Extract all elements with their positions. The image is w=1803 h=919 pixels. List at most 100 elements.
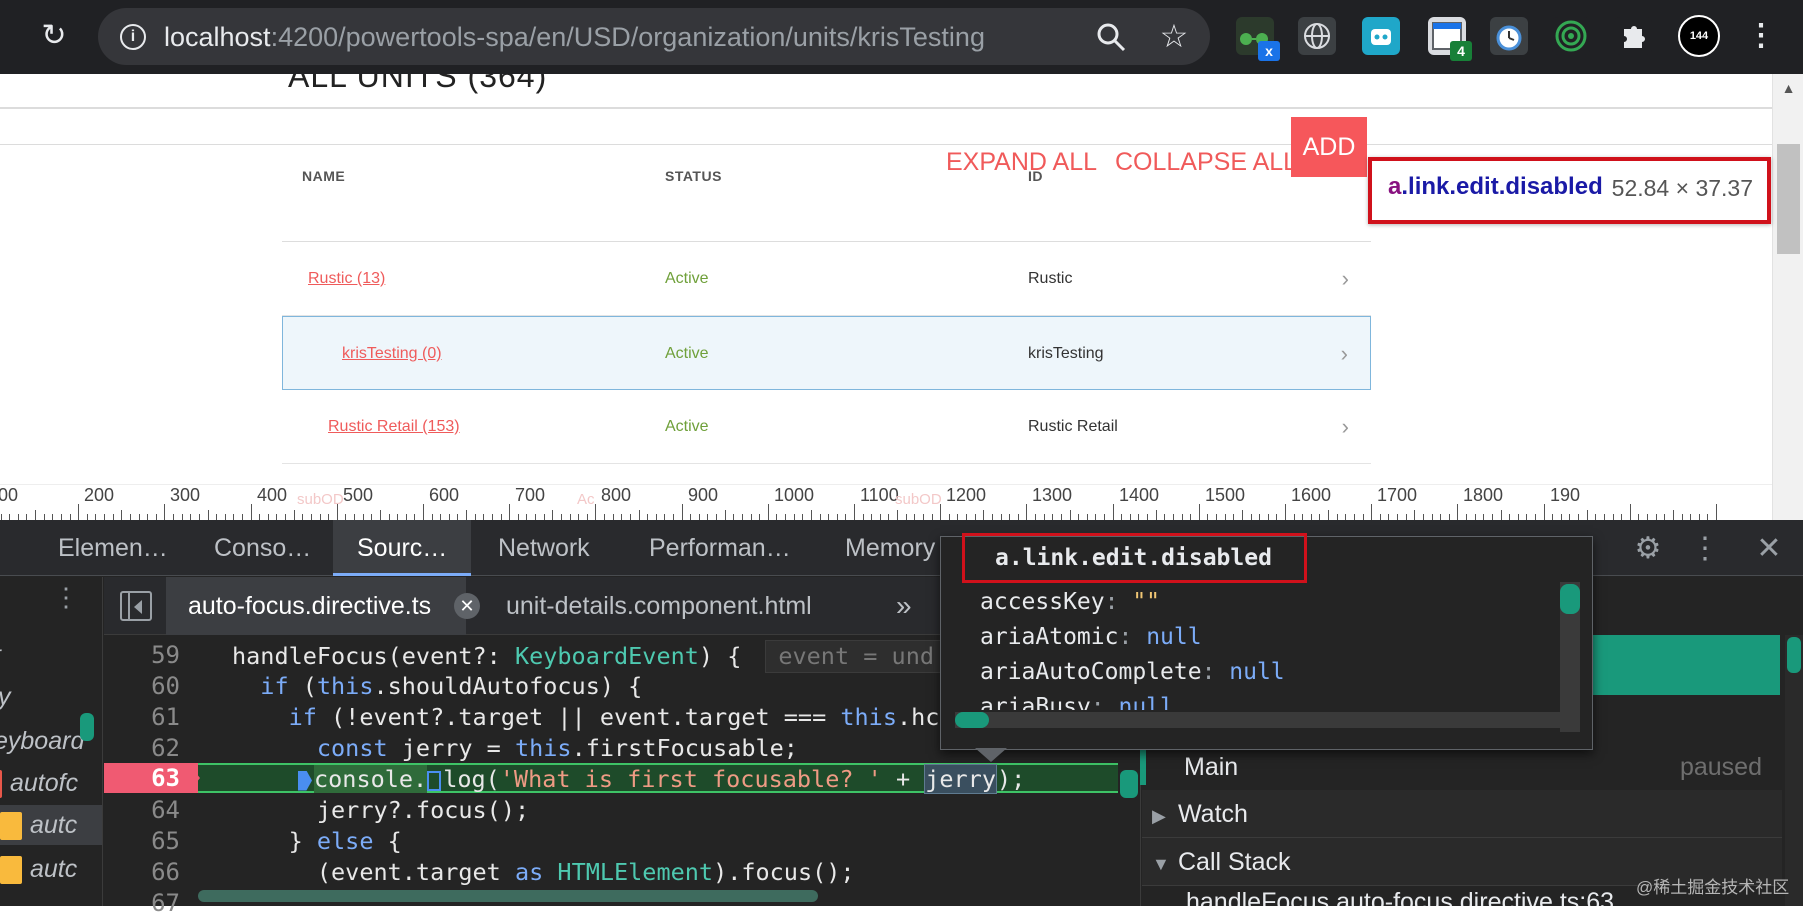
settings-gear-icon[interactable]: ⚙ xyxy=(1628,527,1668,571)
url-text[interactable]: localhost:4200/powertools-spa/en/USD/org… xyxy=(164,18,985,56)
reload-icon[interactable]: ↻ xyxy=(36,18,72,54)
editor-tab-unit-details[interactable]: unit-details.component.html xyxy=(506,577,812,635)
expand-all-button[interactable]: EXPAND ALL xyxy=(946,132,1097,192)
ruler-tick xyxy=(1199,504,1200,520)
extension-robot-icon[interactable] xyxy=(1362,17,1400,55)
unit-status: Active xyxy=(665,418,709,435)
column-header-status[interactable]: STATUS xyxy=(665,168,722,184)
navigator-menu-icon[interactable]: ⋮ xyxy=(52,577,80,619)
scrollbar-thumb[interactable] xyxy=(1787,637,1801,673)
devtools-menu-icon[interactable]: ⋮ xyxy=(1690,527,1720,571)
line-number[interactable]: 64 xyxy=(151,795,180,826)
thread-main[interactable]: Main paused xyxy=(1142,743,1782,791)
line-number[interactable]: 59 xyxy=(151,640,180,671)
extension-globe-icon[interactable] xyxy=(1298,17,1336,55)
watch-section[interactable]: ▶ Watch xyxy=(1142,790,1782,838)
line-number[interactable]: 65 xyxy=(151,826,180,857)
navigator-item[interactable]: t xyxy=(0,635,1,675)
line-number[interactable]: 66 xyxy=(151,857,180,888)
sidebar-scrollbar[interactable] xyxy=(1785,635,1803,906)
editor-tab-label: auto-focus.directive.ts xyxy=(188,592,432,620)
popover-title[interactable]: a.link.edit.disabled xyxy=(962,533,1307,583)
tab-performance[interactable]: Performan… xyxy=(649,520,791,576)
ruler-label: 400 xyxy=(257,485,288,505)
tooltip-size: 52.84 × 37.37 xyxy=(1611,175,1753,201)
editor-vertical-scroll-thumb[interactable] xyxy=(1120,770,1138,798)
extension-glasses-icon[interactable]: x xyxy=(1236,17,1280,61)
ruler-label: 500 xyxy=(343,485,374,505)
navigator-scroll-thumb[interactable] xyxy=(80,713,94,741)
popover-vertical-scrollbar[interactable] xyxy=(1560,582,1580,732)
scrollbar-thumb[interactable] xyxy=(955,712,989,728)
close-devtools-icon[interactable]: ✕ xyxy=(1751,527,1787,571)
chevron-right-icon[interactable]: › xyxy=(1342,242,1349,316)
navigator-item[interactable]: eyboard xyxy=(0,721,84,761)
toggle-navigator-icon[interactable] xyxy=(120,591,152,621)
collapse-all-button[interactable]: COLLAPSE ALL xyxy=(1115,132,1297,192)
ruler-tick xyxy=(1242,510,1243,520)
tab-elements[interactable]: Elemen… xyxy=(58,520,168,576)
breakpoint-marker[interactable]: 63 xyxy=(104,763,198,793)
navigator-item[interactable]: y xyxy=(0,677,11,717)
more-tabs-icon[interactable]: » xyxy=(896,577,912,635)
unit-name-link[interactable]: Rustic (13) xyxy=(308,242,385,316)
extension-target-icon[interactable] xyxy=(1552,17,1590,55)
chevron-right-icon[interactable]: › xyxy=(1341,317,1348,391)
popover-prop[interactable]: ariaBusy: null xyxy=(980,690,1174,710)
bookmark-star-icon[interactable]: ☆ xyxy=(1156,18,1192,54)
ruler-label: 700 xyxy=(515,485,546,505)
unit-name-link[interactable]: krisTesting (0) xyxy=(342,317,442,391)
chevron-right-icon[interactable]: › xyxy=(1342,390,1349,464)
page-scrollbar[interactable]: ▲ xyxy=(1772,74,1803,520)
table-row-selected[interactable]: krisTesting (0) Active krisTesting › xyxy=(282,316,1371,390)
close-tab-icon[interactable]: ✕ xyxy=(454,593,480,619)
code-token: this xyxy=(316,672,374,700)
scroll-up-arrow-icon[interactable]: ▲ xyxy=(1773,80,1803,96)
browser-menu-icon[interactable]: ⋮ xyxy=(1746,16,1776,56)
popover-prop-clip: ariaBusy: null xyxy=(980,690,1560,710)
ruler-tick xyxy=(164,504,165,520)
profile-avatar[interactable]: 144 xyxy=(1678,15,1720,57)
navigator-item[interactable]: autofc xyxy=(10,769,78,797)
execution-step-marker-icon[interactable] xyxy=(298,770,312,791)
unit-id: Rustic xyxy=(1028,270,1073,287)
file-icon xyxy=(0,856,22,885)
search-icon[interactable] xyxy=(1094,20,1128,54)
extension-window-icon[interactable]: 4 xyxy=(1428,17,1472,61)
navigator-item[interactable]: autc xyxy=(30,811,77,839)
tab-sources[interactable]: Sourc… xyxy=(333,520,472,576)
popover-prop[interactable]: ariaAutoComplete: null xyxy=(980,655,1285,690)
tooltip-classes: .link.edit.disabled xyxy=(1401,173,1603,200)
navigator-item[interactable]: autc xyxy=(30,855,77,883)
extension-badge: x xyxy=(1258,41,1280,61)
column-header-name[interactable]: NAME xyxy=(302,168,345,184)
column-header-id[interactable]: ID xyxy=(1028,168,1043,184)
add-button[interactable]: ADD xyxy=(1291,117,1367,177)
line-number[interactable]: 67 xyxy=(151,888,180,919)
table-row[interactable]: Rustic Retail (153) Active Rustic Retail… xyxy=(282,390,1371,464)
tab-network[interactable]: Network xyxy=(498,520,590,576)
unit-name-link[interactable]: Rustic Retail (153) xyxy=(328,390,460,464)
popover-prop[interactable]: accessKey: "" xyxy=(980,585,1160,620)
popover-horizontal-scrollbar[interactable] xyxy=(955,712,1580,728)
line-number[interactable]: 61 xyxy=(151,702,180,733)
tab-console[interactable]: Conso… xyxy=(214,520,311,576)
line-number[interactable]: 62 xyxy=(151,733,180,764)
popover-prop[interactable]: ariaAtomic: null xyxy=(980,620,1202,655)
tab-memory[interactable]: Memory xyxy=(845,520,935,576)
scrollbar-thumb[interactable] xyxy=(1777,144,1800,254)
inline-breakpoint-marker-icon[interactable] xyxy=(427,770,442,791)
code-token: log( xyxy=(443,765,500,793)
extensions-puzzle-icon[interactable] xyxy=(1614,17,1652,55)
popover-caret xyxy=(975,748,1007,762)
faded-row-text: subOD xyxy=(297,491,344,508)
editor-tab-auto-focus[interactable]: auto-focus.directive.ts xyxy=(166,577,466,635)
site-info-icon[interactable]: i xyxy=(120,24,146,50)
scrollbar-thumb[interactable] xyxy=(1560,584,1580,614)
line-number[interactable]: 60 xyxy=(151,671,180,702)
ruler-tick xyxy=(423,504,424,520)
table-row[interactable]: Rustic (13) Active Rustic › xyxy=(282,242,1371,316)
extension-alarm-clock-icon[interactable] xyxy=(1490,17,1528,55)
code-token: const xyxy=(316,734,388,762)
hovered-variable[interactable]: jerry xyxy=(924,764,997,794)
